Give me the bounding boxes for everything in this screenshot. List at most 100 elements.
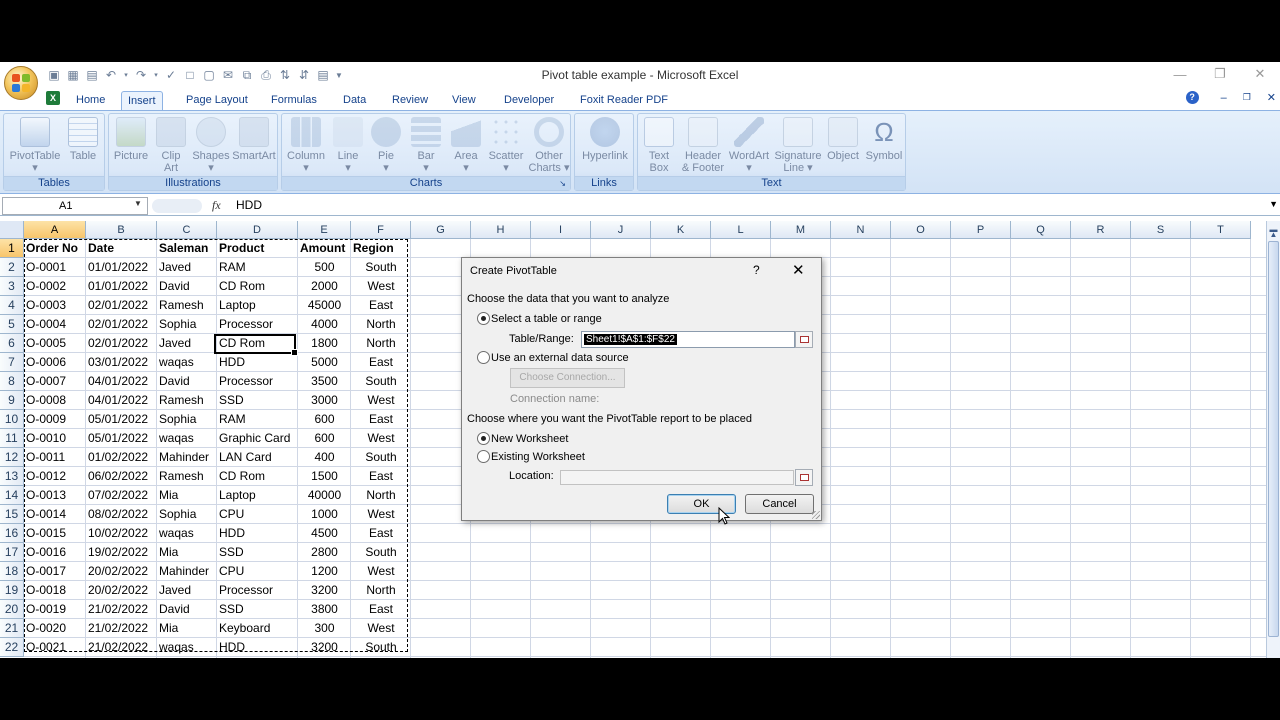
cell-order-no[interactable]: O-0002 bbox=[24, 277, 86, 296]
column-header-a[interactable]: A bbox=[24, 221, 86, 239]
cell-amount[interactable]: 400 bbox=[298, 448, 351, 467]
smartart-button[interactable]: SmartArt bbox=[231, 117, 277, 162]
cell-region[interactable]: East bbox=[351, 524, 411, 543]
location-collapse-button[interactable] bbox=[795, 469, 813, 486]
cell-date[interactable]: 21/02/2022 bbox=[86, 619, 157, 638]
tab-developer[interactable]: Developer bbox=[498, 91, 560, 110]
cell-product[interactable]: Laptop bbox=[217, 486, 298, 505]
cell-saleman[interactable]: Ramesh bbox=[157, 467, 217, 486]
tab-review[interactable]: Review bbox=[386, 91, 434, 110]
name-box[interactable]: A1 bbox=[2, 197, 148, 215]
cell-region[interactable]: Region bbox=[351, 239, 411, 258]
cell-saleman[interactable]: Javed bbox=[157, 581, 217, 600]
cell-amount[interactable]: 4000 bbox=[298, 315, 351, 334]
scroll-up-icon[interactable]: ▲ bbox=[1268, 228, 1279, 242]
formula-input[interactable]: HDD bbox=[232, 197, 1264, 215]
cell-amount[interactable]: 3200 bbox=[298, 638, 351, 657]
name-box-dropdown-icon[interactable]: ▼ bbox=[134, 199, 142, 208]
cell-date[interactable]: 01/01/2022 bbox=[86, 258, 157, 277]
cell-order-no[interactable]: O-0021 bbox=[24, 638, 86, 657]
cell-saleman[interactable]: Sophia bbox=[157, 315, 217, 334]
restore-icon[interactable]: ❐ bbox=[1200, 62, 1240, 86]
cell-order-no[interactable]: O-0008 bbox=[24, 391, 86, 410]
tab-formulas[interactable]: Formulas bbox=[265, 91, 323, 110]
cell-amount[interactable]: 300 bbox=[298, 619, 351, 638]
cell-saleman[interactable]: Sophia bbox=[157, 410, 217, 429]
cell-order-no[interactable]: O-0006 bbox=[24, 353, 86, 372]
other-charts-button[interactable]: Other Charts ▾ bbox=[528, 117, 570, 174]
cell-region[interactable]: South bbox=[351, 372, 411, 391]
tab-home[interactable]: Home bbox=[70, 91, 111, 110]
row-header-8[interactable]: 8 bbox=[0, 372, 24, 391]
cell-saleman[interactable]: Sophia bbox=[157, 505, 217, 524]
cell-order-no[interactable]: O-0009 bbox=[24, 410, 86, 429]
scrollbar-thumb[interactable] bbox=[1268, 241, 1279, 637]
cell-region[interactable]: North bbox=[351, 315, 411, 334]
row-header-14[interactable]: 14 bbox=[0, 486, 24, 505]
select-all-corner[interactable] bbox=[0, 221, 24, 239]
cell-date[interactable]: 19/02/2022 bbox=[86, 543, 157, 562]
column-header-g[interactable]: G bbox=[411, 221, 471, 239]
cell-date[interactable]: 02/01/2022 bbox=[86, 334, 157, 353]
cell-region[interactable]: East bbox=[351, 600, 411, 619]
cell-product[interactable]: CD Rom bbox=[217, 467, 298, 486]
cell-amount[interactable]: 600 bbox=[298, 429, 351, 448]
cell-date[interactable]: 05/01/2022 bbox=[86, 429, 157, 448]
insert-function-icon[interactable]: fx bbox=[212, 198, 221, 213]
cell-product[interactable]: CPU bbox=[217, 562, 298, 581]
cell-order-no[interactable]: O-0003 bbox=[24, 296, 86, 315]
row-header-5[interactable]: 5 bbox=[0, 315, 24, 334]
cell-order-no[interactable]: O-0013 bbox=[24, 486, 86, 505]
column-header-s[interactable]: S bbox=[1131, 221, 1191, 239]
cell-order-no[interactable]: O-0012 bbox=[24, 467, 86, 486]
new-worksheet-label[interactable]: New Worksheet bbox=[491, 433, 568, 445]
cell-region[interactable]: South bbox=[351, 258, 411, 277]
clip-art-button[interactable]: Clip Art bbox=[153, 117, 189, 174]
charts-dialog-launcher-icon[interactable]: ↘ bbox=[559, 177, 566, 190]
scatter-chart-button[interactable]: Scatter ▾ bbox=[486, 117, 526, 174]
cell-region[interactable]: West bbox=[351, 429, 411, 448]
row-header-11[interactable]: 11 bbox=[0, 429, 24, 448]
tab-view[interactable]: View bbox=[446, 91, 482, 110]
cell-order-no[interactable]: O-0015 bbox=[24, 524, 86, 543]
cell-date[interactable]: 01/01/2022 bbox=[86, 277, 157, 296]
tab-insert[interactable]: Insert bbox=[121, 91, 163, 110]
column-header-d[interactable]: D bbox=[217, 221, 298, 239]
cell-region[interactable]: West bbox=[351, 619, 411, 638]
cell-product[interactable]: RAM bbox=[217, 410, 298, 429]
resize-grip-icon[interactable] bbox=[812, 511, 820, 519]
row-header-13[interactable]: 13 bbox=[0, 467, 24, 486]
select-table-label[interactable]: Select a table or range bbox=[491, 313, 602, 325]
cell-date[interactable]: 21/02/2022 bbox=[86, 600, 157, 619]
cell-order-no[interactable]: O-0005 bbox=[24, 334, 86, 353]
cell-saleman[interactable]: Saleman bbox=[157, 239, 217, 258]
cell-saleman[interactable]: waqas bbox=[157, 638, 217, 657]
row-header-20[interactable]: 20 bbox=[0, 600, 24, 619]
row-header-9[interactable]: 9 bbox=[0, 391, 24, 410]
cell-product[interactable]: Processor bbox=[217, 581, 298, 600]
cell-amount[interactable]: 3500 bbox=[298, 372, 351, 391]
symbol-button[interactable]: Ω Symbol bbox=[864, 117, 904, 162]
pivottable-button[interactable]: PivotTable ▾ bbox=[8, 117, 62, 174]
row-header-17[interactable]: 17 bbox=[0, 543, 24, 562]
cell-product[interactable]: SSD bbox=[217, 543, 298, 562]
cell-saleman[interactable]: waqas bbox=[157, 524, 217, 543]
row-header-4[interactable]: 4 bbox=[0, 296, 24, 315]
signature-line-button[interactable]: Signature Line ▾ bbox=[772, 117, 824, 174]
cell-order-no[interactable]: O-0020 bbox=[24, 619, 86, 638]
column-header-c[interactable]: C bbox=[157, 221, 217, 239]
column-chart-button[interactable]: Column ▾ bbox=[284, 117, 328, 174]
cell-saleman[interactable]: David bbox=[157, 277, 217, 296]
cell-saleman[interactable]: Javed bbox=[157, 258, 217, 277]
column-header-e[interactable]: E bbox=[298, 221, 351, 239]
expand-formula-bar-icon[interactable]: ▼ bbox=[1269, 199, 1278, 209]
line-chart-button[interactable]: Line ▾ bbox=[330, 117, 366, 174]
help-icon[interactable]: ? bbox=[1185, 91, 1199, 104]
cell-product[interactable]: LAN Card bbox=[217, 448, 298, 467]
row-header-10[interactable]: 10 bbox=[0, 410, 24, 429]
cell-region[interactable]: West bbox=[351, 391, 411, 410]
row-header-15[interactable]: 15 bbox=[0, 505, 24, 524]
excel-app-icon[interactable]: X bbox=[46, 91, 60, 105]
cell-amount[interactable]: 45000 bbox=[298, 296, 351, 315]
shapes-button[interactable]: Shapes ▾ bbox=[191, 117, 231, 174]
